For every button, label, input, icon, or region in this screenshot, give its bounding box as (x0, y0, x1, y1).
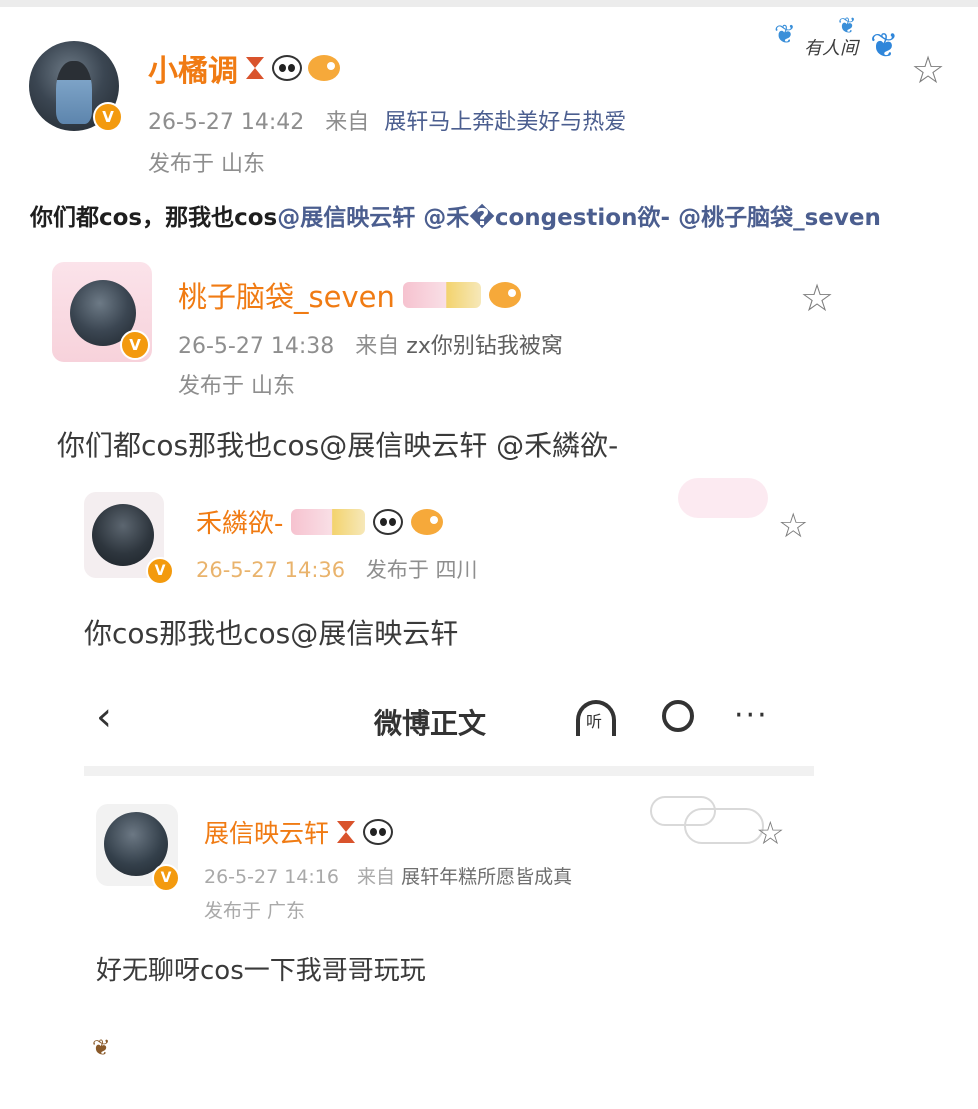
mention-link[interactable]: @展信映云轩 (277, 205, 415, 231)
repost2-author-row: 禾繗欲- (196, 503, 444, 540)
post-time: 26-5-27 14:42 (148, 110, 305, 135)
watermark-text: 有人间 (804, 38, 858, 59)
verified-badge-icon: V (93, 102, 123, 132)
repost2-author-name[interactable]: 禾繗欲- (196, 503, 283, 540)
verified-badge-icon: V (146, 557, 174, 585)
post-text-body: 你们都cos，那我也cos (30, 205, 278, 231)
hourglass-icon (244, 55, 266, 81)
rank-badge-icon (402, 282, 481, 308)
repost3-source-link[interactable]: 展轩年糕所愿皆成真 (401, 866, 572, 888)
heart-sticker (678, 478, 768, 518)
star-icon[interactable]: ☆ (778, 506, 808, 546)
repost-from-label: 来自 (355, 334, 400, 359)
panda-icon (272, 55, 302, 81)
repost-author-name[interactable]: 桃子脑袋_seven (178, 274, 395, 316)
panda-icon (373, 508, 404, 535)
post-text: 你们都cos，那我也cos@展信映云轩 @禾�congestion欲- @桃子脑… (30, 198, 881, 232)
repost2-meta-row: 26-5-27 14:36 发布于 四川 (196, 554, 478, 584)
post-source-link[interactable]: 展轩马上奔赴美好与热爱 (384, 110, 626, 135)
repost-author-row: 桃子脑袋_seven (178, 274, 521, 316)
pufferfish-icon (308, 55, 340, 81)
watermark: ❦ ❦ ❦ 有人间 (774, 14, 924, 68)
repost2-time: 26-5-27 14:36 (196, 558, 346, 582)
repost-location: 发布于 山东 (178, 374, 295, 399)
repost-source-link[interactable]: zx你别钻我被窝 (406, 334, 563, 359)
panda-icon (363, 819, 394, 845)
cloud-sticker (684, 808, 764, 844)
star-icon[interactable]: ☆ (911, 48, 945, 92)
post-from-label: 来自 (325, 110, 370, 135)
more-icon[interactable]: ··· (734, 698, 769, 733)
avatar-photo (92, 504, 154, 566)
listen-label: 听 (586, 712, 603, 731)
repost3-location: 发布于 广东 (204, 900, 306, 922)
repost3-author-name[interactable]: 展信映云轩 (204, 814, 329, 850)
verified-badge-icon: V (152, 864, 180, 892)
post-location: 发布于 山东 (148, 152, 265, 177)
repost-text: 你们都cos那我也cos@展信映云轩 @禾繗欲- (57, 429, 619, 462)
repost2-location: 发布于 四川 (365, 558, 478, 582)
avatar-photo (56, 60, 92, 124)
divider (84, 766, 814, 776)
pufferfish-icon (411, 508, 444, 535)
headphone-icon[interactable]: 听 (574, 696, 622, 736)
search-icon[interactable] (662, 700, 694, 732)
repost-time: 26-5-27 14:38 (178, 334, 335, 359)
post-author-name[interactable]: 小橘调 (148, 46, 238, 90)
top-strip (0, 0, 978, 7)
repost3-text: 好无聊呀cos一下我哥哥玩玩 (96, 956, 426, 986)
mention-link[interactable]: @禾�congestion欲- (423, 205, 670, 231)
hourglass-icon (335, 819, 357, 845)
repost3-meta-row: 26-5-27 14:16 来自 展轩年糕所愿皆成真 (204, 862, 572, 889)
navbar: ‹ 微博正文 听 ··· (84, 690, 814, 750)
verified-badge-icon: V (120, 330, 150, 360)
butterfly-icon: ❦ (870, 26, 899, 66)
back-arrow-icon[interactable]: ‹ (96, 694, 112, 740)
repost3-author-row: 展信映云轩 (204, 814, 394, 850)
pufferfish-icon (488, 282, 521, 308)
navbar-title: 微博正文 (374, 707, 487, 740)
repost-card: V 桃子脑袋_seven 26-5-27 14:38 来自 zx你别钻我被窝 发… (40, 250, 940, 450)
star-icon[interactable]: ☆ (756, 814, 785, 852)
post-meta-row: 26-5-27 14:42 来自 展轩马上奔赴美好与热爱 (148, 104, 626, 136)
repost2-text: 你cos那我也cos@展信映云轩 (84, 617, 459, 650)
butterfly-icon: ❦ (774, 20, 796, 50)
repost3-from-label: 来自 (357, 866, 396, 888)
repost3-time: 26-5-27 14:16 (204, 866, 339, 888)
post-author-row: 小橘调 (148, 46, 340, 90)
rank-badge-icon (291, 508, 366, 535)
star-icon[interactable]: ☆ (800, 276, 834, 320)
butterfly-icon: ❦ (92, 1036, 111, 1061)
mention-link[interactable]: @桃子脑袋_seven (678, 205, 881, 231)
repost-meta-row: 26-5-27 14:38 来自 zx你别钻我被窝 (178, 328, 563, 360)
